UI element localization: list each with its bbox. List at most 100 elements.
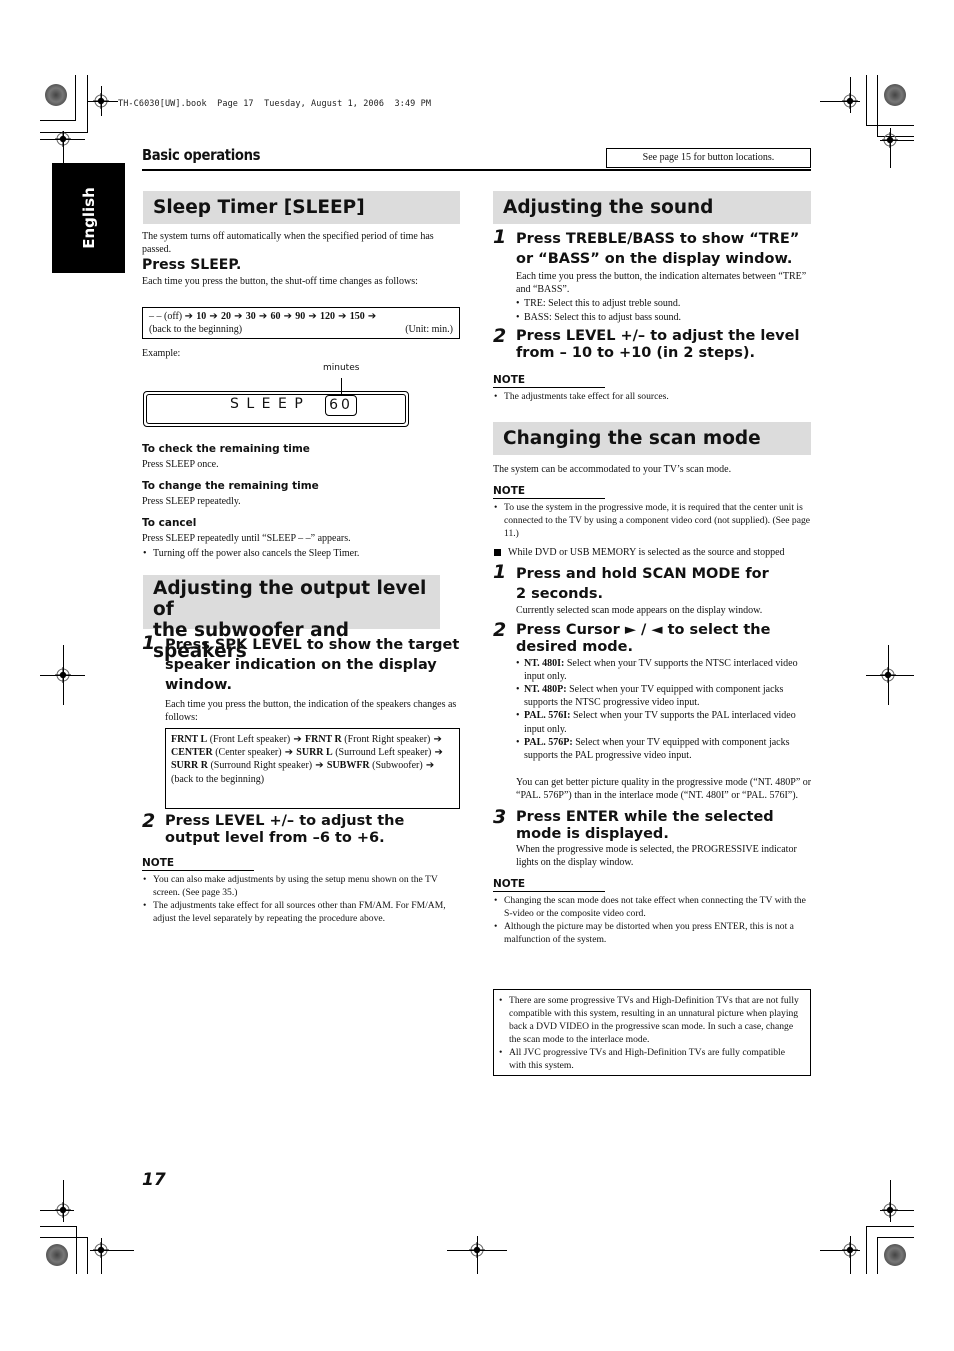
press-sleep-instruction: Press SLEEP. [142,257,242,273]
note-label: NOTE [493,878,605,893]
speaker-desc: (Center speaker) [215,747,282,759]
sequence-value: 20 [220,311,231,322]
step-number: 1 [493,561,507,584]
scan-step-1: 1 Press and hold SCAN MODE for 2 seconds… [493,561,813,604]
press-sleep-desc: Each time you press the button, the shut… [142,276,418,287]
arrow-icon: ➔ [255,311,271,322]
sequence-end: (back to the beginning) [149,324,243,336]
sequence-value: 150 [349,311,365,322]
registration-disc-icon [884,1244,906,1266]
arrow-icon: ➔ [281,747,297,759]
sleep-sequence: – – (off) ➔ 10 ➔ 20 ➔ 30 ➔ 60 ➔ 90 ➔ 120… [149,310,453,323]
arrow-icon: ➔ [431,747,443,759]
speaker-code: SURR L [296,747,333,759]
sleep-intro: The system turns off automatically when … [142,231,434,256]
arrow-icon: ➔ [430,734,442,745]
sound-step-2: 2 Press LEVEL +/– to adjust the level fr… [493,326,813,362]
scan-mode-desc: Select when your TV supports the NTSC in… [524,657,798,682]
heading-line: Adjusting the output level of [153,578,427,620]
speaker-code: FRNT L [171,734,208,745]
step-text: 2 seconds. [516,586,603,603]
scan-note: To use the system in the progressive mod… [493,501,813,540]
scan-step-3-desc: When the progressive mode is selected, t… [516,843,797,868]
scan-quality-text: You can get better picture quality in th… [516,777,812,802]
sound-notes: The adjustments take effect for all sour… [493,390,813,403]
change-text: Press SLEEP repeatedly. [142,496,241,508]
scan-mode-options: NT. 480I: Select when your TV supports t… [516,657,813,763]
step-text: Press and hold SCAN MODE for [516,566,769,583]
note-item: Although the picture may be distorted wh… [493,920,813,946]
sleep-timer-heading: Sleep Timer [SLEEP] [143,191,460,224]
arrow-icon: ➔ [312,760,327,772]
caution-item: There are some progressive TVs and High-… [498,994,804,1046]
step-text: Press SPK LEVEL to show the target speak… [165,637,460,693]
output-step-1-desc: Each time you press the button, the indi… [165,699,457,724]
note-item: You can also make adjustments by using t… [142,873,464,899]
scan-mode-heading: Changing the scan mode [493,422,811,455]
output-level-heading: Adjusting the output level of the subwoo… [143,575,440,662]
arrow-icon: ➔ [364,311,377,322]
registration-disc-icon [884,84,906,106]
speaker-code: FRNT R [305,734,342,745]
scan-mode-code: NT. 480I: [524,657,565,669]
step-text: Press TREBLE/BASS to show “TRE” or “BASS… [516,231,800,267]
speaker-desc: (Front Left speaker) [209,734,291,745]
speaker-code: SUBWFR [326,760,370,772]
section-label: Basic operations [142,146,261,164]
condition-text: While DVD or USB MEMORY is selected as t… [508,547,785,559]
sequence-value: 90 [295,311,306,322]
scan-mode-code: PAL. 576I: [524,710,571,722]
sound-option: BASS: Select this to adjust bass sound. [516,311,813,324]
note-item: The adjustments take effect for all sour… [142,899,464,925]
caution-item: All JVC progressive TVs and High-Definit… [498,1046,804,1072]
caution-box: There are some progressive TVs and High-… [493,989,811,1076]
sequence-value: 10 [196,311,207,322]
example-label: Example: [142,348,181,359]
scan-condition: While DVD or USB MEMORY is selected as t… [493,546,813,559]
sound-option: TRE: Select this to adjust treble sound. [516,297,813,310]
print-file-info: TH-C6030[UW].book Page 17 Tuesday, Augus… [118,99,432,109]
scan-mode-option: PAL. 576P: Select when your TV equipped … [516,736,813,762]
scan-step-2: 2 Press Cursor ► / ◄ to select the desir… [493,618,813,656]
arrow-icon: ➔ [422,760,435,772]
check-text: Press SLEEP once. [142,459,219,470]
arrow-icon: ➔ [184,311,197,322]
note-item: The adjustments take effect for all sour… [493,390,813,403]
step-number: 1 [493,226,507,248]
scan-step-3: 3 Press ENTER while the selected mode is… [493,805,813,843]
speaker-sequence-end: (back to the beginning) [171,773,265,785]
scan-mode-option: PAL. 576I: Select when your TV supports … [516,709,813,735]
speaker-desc: (Front Right speaker) [344,734,431,745]
speaker-code: SURR R [171,760,208,772]
step-number: 3 [493,805,507,828]
page-number: 17 [142,1170,166,1190]
note-label: NOTE [493,485,605,500]
step-number: 2 [142,810,156,832]
scan-mode-option: NT. 480I: Select when your TV supports t… [516,657,813,683]
speaker-desc: (Subwoofer) [372,760,423,772]
cancel-heading: To cancel [142,517,197,530]
arrow-icon: ➔ [230,311,246,322]
cancel-bullet: Turning off the power also cancels the S… [142,547,462,560]
sound-bullets: TRE: Select this to adjust treble sound.… [516,297,813,324]
step-text: Press Cursor ► / ◄ to select the desired… [516,621,771,655]
speaker-desc: (Surround Right speaker) [210,760,313,772]
sequence-start: – – (off) [149,311,183,322]
sequence-value: 30 [245,311,256,322]
sound-step-1-desc: Each time you press the button, the indi… [516,271,807,296]
arrow-icon: ➔ [206,311,221,322]
note-label: NOTE [493,374,605,388]
scan-mode-code: PAL. 576P: [524,736,573,748]
speaker-desc: (Surround Left speaker) [335,747,432,759]
language-tab: English [52,163,125,273]
scan-notes: Changing the scan mode does not take eff… [493,894,813,946]
step-number: 2 [493,618,507,641]
output-step-1: 1 Press SPK LEVEL to show the target spe… [142,632,464,695]
display-minutes-value: 60 [325,395,357,416]
arrow-icon: ➔ [305,311,320,322]
display-sleep-text: SLEEP [230,396,311,412]
output-notes: You can also make adjustments by using t… [142,873,464,925]
change-heading: To change the remaining time [142,480,319,493]
square-bullet-icon [494,549,501,557]
step-number: 1 [142,632,156,654]
